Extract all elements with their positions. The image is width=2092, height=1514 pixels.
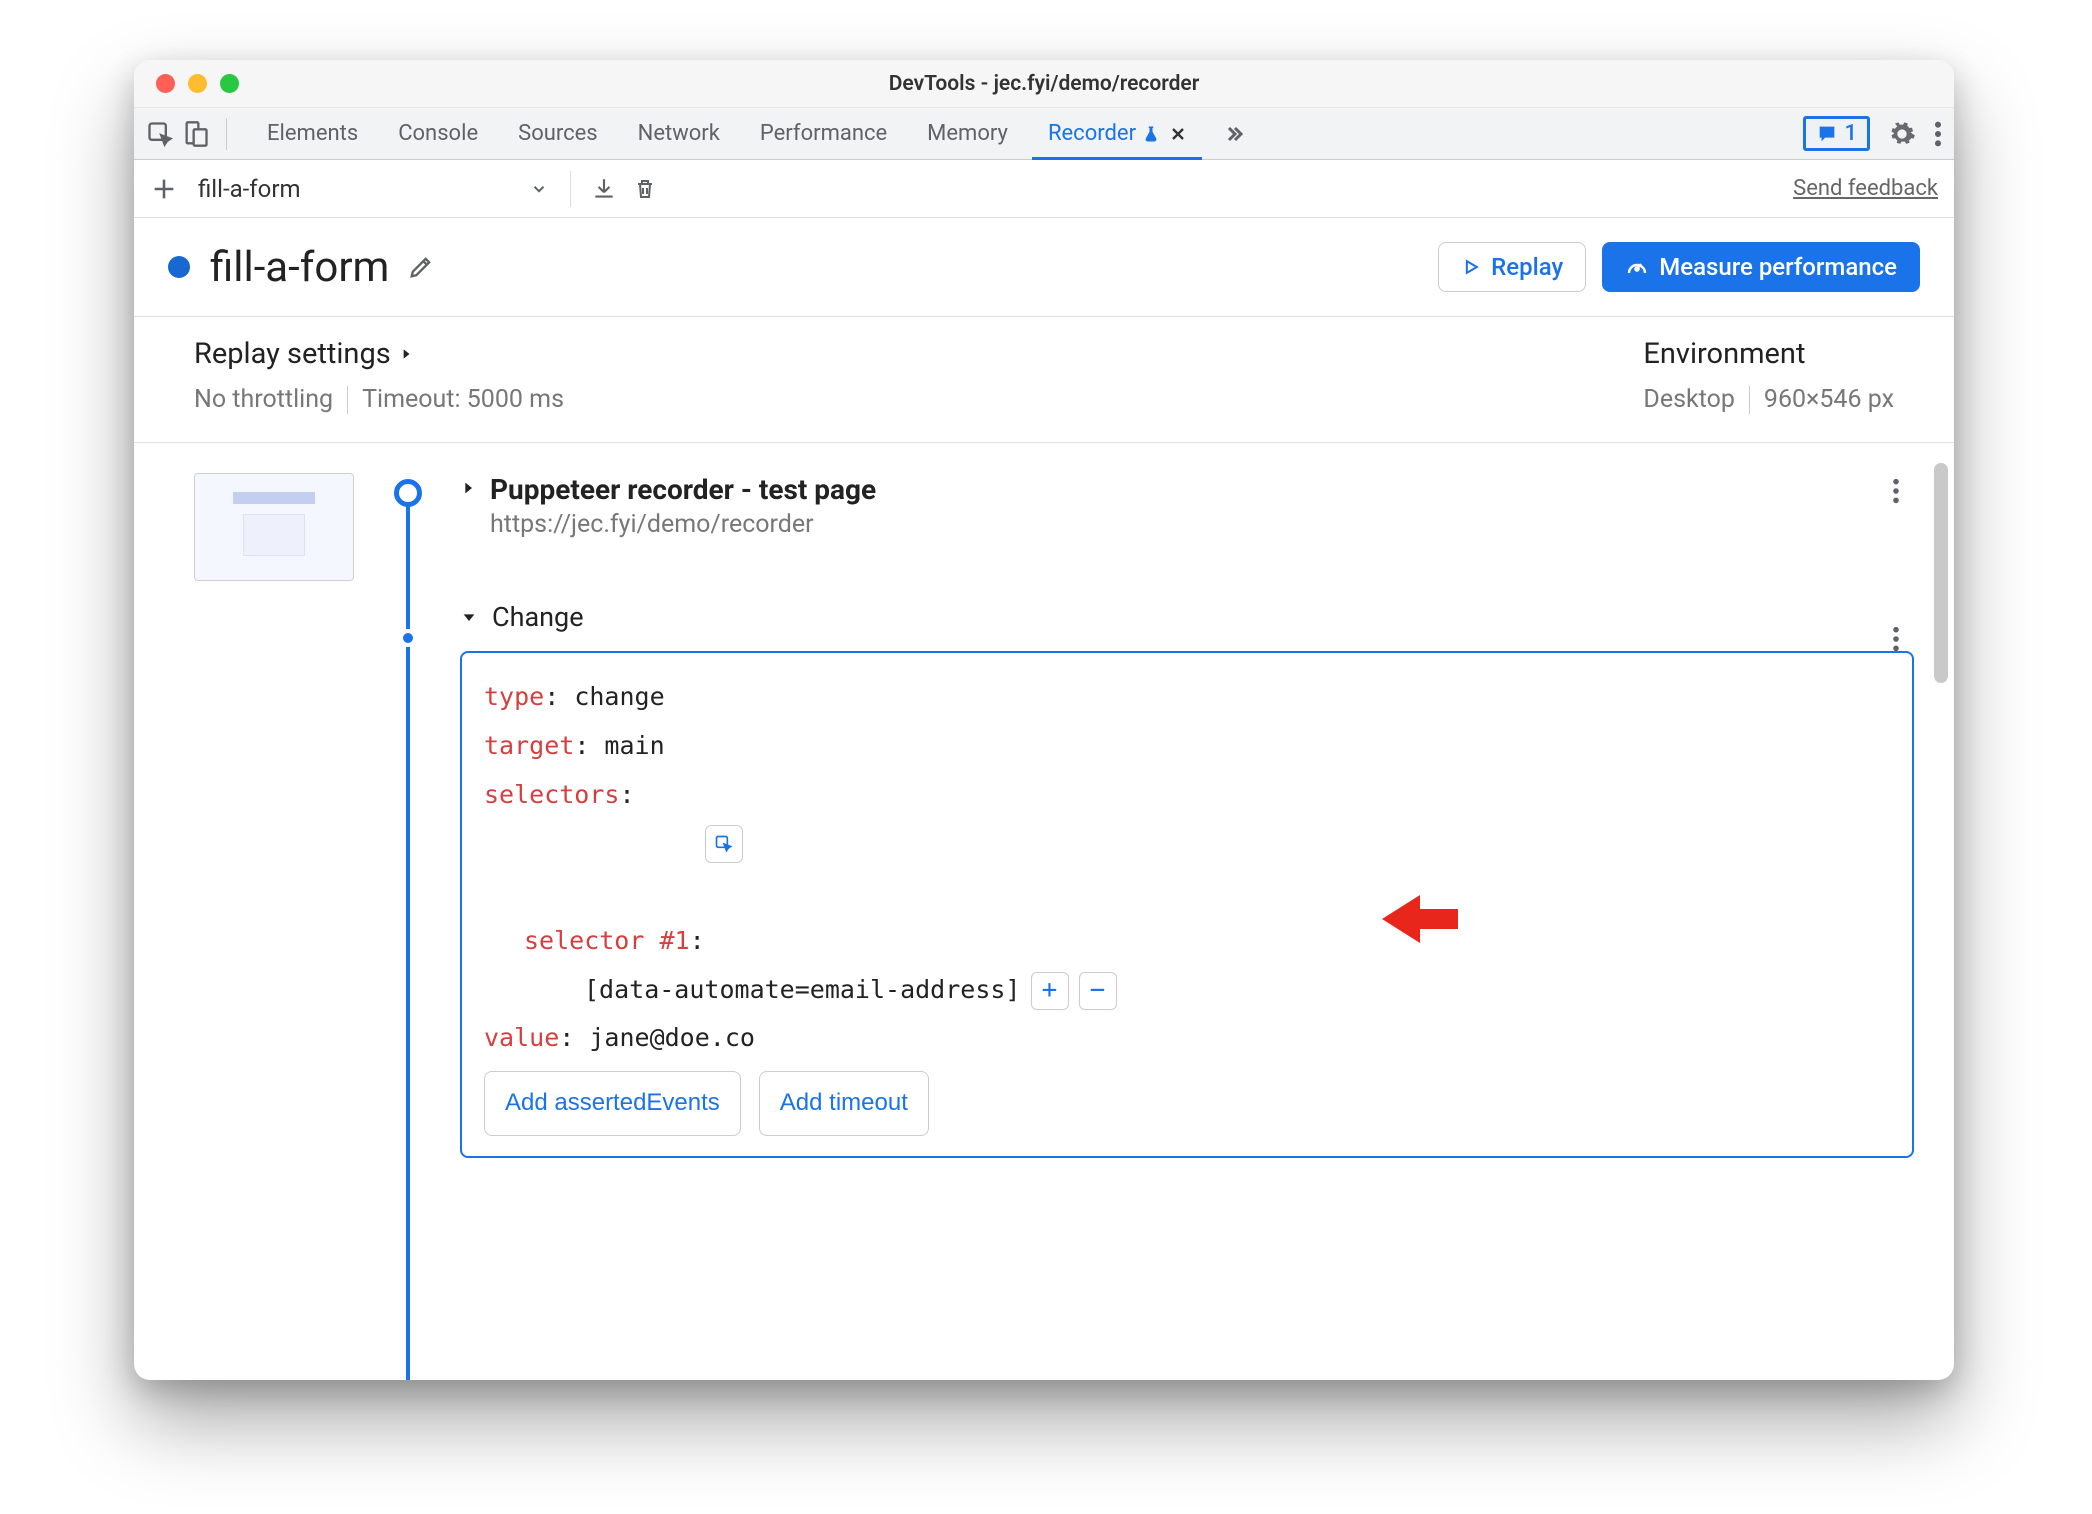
field-type-value[interactable]: change [574, 682, 664, 711]
field-value-key: value [484, 1023, 559, 1052]
device-value: Desktop [1643, 385, 1734, 414]
tab-console[interactable]: Console [378, 108, 498, 159]
settings-icon[interactable] [1888, 120, 1916, 148]
send-feedback-link[interactable]: Send feedback [1793, 176, 1938, 201]
chevron-down-icon [460, 609, 478, 625]
recording-select-value: fill-a-form [198, 175, 301, 203]
timeout-value: Timeout: 5000 ms [362, 385, 564, 414]
annotation-arrow-icon [1380, 891, 1460, 947]
recording-header: fill-a-form Replay Measure performance [134, 218, 1954, 317]
flask-icon [1142, 125, 1160, 143]
timeline-step-icon [399, 629, 417, 647]
inspect-element-icon[interactable] [146, 120, 174, 148]
throttling-value: No throttling [194, 385, 333, 414]
export-icon[interactable] [583, 172, 625, 206]
measure-label: Measure performance [1659, 253, 1897, 281]
separator [1749, 386, 1750, 414]
field-selector1-key: selector #1 [524, 926, 690, 955]
tab-recorder[interactable]: Recorder [1028, 108, 1206, 159]
chevron-down-icon [530, 180, 548, 198]
traffic-lights [134, 74, 239, 93]
tab-sources[interactable]: Sources [498, 108, 618, 159]
field-target-value[interactable]: main [604, 731, 664, 760]
timeline [382, 473, 432, 1380]
tab-close-icon[interactable] [1170, 126, 1186, 142]
measure-performance-button[interactable]: Measure performance [1602, 242, 1920, 292]
field-selectors-key: selectors [484, 780, 619, 809]
replay-label: Replay [1491, 253, 1563, 281]
environment-label: Environment [1643, 337, 1894, 371]
window-maximize-button[interactable] [220, 74, 239, 93]
window-minimize-button[interactable] [188, 74, 207, 93]
issues-count: 1 [1844, 121, 1857, 146]
device-toolbar-icon[interactable] [182, 120, 210, 148]
tab-elements[interactable]: Elements [247, 108, 378, 159]
step-menu-icon[interactable] [1892, 477, 1900, 505]
field-target-key: target [484, 731, 574, 760]
scrollbar[interactable] [1934, 463, 1948, 683]
field-value-value[interactable]: jane@doe.co [589, 1023, 755, 1052]
more-icon[interactable] [1934, 120, 1942, 148]
step-change-toggle[interactable]: Change [460, 601, 1914, 633]
devtools-tabstrip: Elements Console Sources Network Perform… [134, 108, 1954, 160]
new-recording-icon[interactable] [150, 175, 178, 203]
window-titlebar: DevTools - jec.fyi/demo/recorder [134, 60, 1954, 108]
window-close-button[interactable] [156, 74, 175, 93]
gauge-icon [1625, 255, 1649, 279]
remove-selector-icon[interactable]: − [1079, 972, 1117, 1010]
step-change-label: Change [492, 601, 584, 633]
recording-select[interactable]: fill-a-form [188, 171, 558, 207]
recorder-toolbar: fill-a-form Send feedback [134, 160, 1954, 218]
window-title: DevTools - jec.fyi/demo/recorder [134, 72, 1954, 96]
separator [347, 386, 348, 414]
page-thumbnail[interactable] [194, 473, 354, 581]
delete-icon[interactable] [625, 172, 665, 206]
tab-network[interactable]: Network [618, 108, 740, 159]
add-timeout-button[interactable]: Add timeout [759, 1071, 929, 1136]
message-icon [1816, 123, 1838, 145]
step-title: Puppeteer recorder - test page [490, 473, 876, 506]
separator [570, 171, 571, 207]
settings-row: Replay settings No throttling Timeout: 5… [134, 317, 1954, 443]
chevron-right-icon [460, 477, 476, 499]
field-selector1-value[interactable]: [data-automate=email-address] [584, 975, 1021, 1004]
devtools-window: DevTools - jec.fyi/demo/recorder Element… [134, 60, 1954, 1380]
replay-button[interactable]: Replay [1438, 242, 1586, 292]
edit-title-icon[interactable] [407, 253, 435, 281]
field-type-key: type [484, 682, 544, 711]
add-asserted-events-button[interactable]: Add assertedEvents [484, 1071, 741, 1136]
step-change: Change type: change target: main selecto… [460, 601, 1914, 1158]
chevron-right-icon [399, 344, 413, 364]
panel-tabs: Elements Console Sources Network Perform… [247, 108, 1246, 159]
dimensions-value: 960×546 px [1764, 385, 1894, 414]
tab-recorder-label: Recorder [1048, 121, 1136, 146]
add-selector-icon[interactable]: + [1031, 972, 1069, 1010]
replay-settings-toggle[interactable]: Replay settings [194, 337, 564, 371]
recording-title: fill-a-form [210, 243, 389, 292]
element-picker-icon[interactable] [705, 825, 743, 863]
timeline-start-icon [394, 479, 422, 507]
step-navigate[interactable]: Puppeteer recorder - test page https://j… [460, 473, 1914, 539]
step-menu-icon[interactable] [1892, 625, 1900, 653]
replay-settings-label: Replay settings [194, 337, 391, 371]
step-url: https://jec.fyi/demo/recorder [490, 510, 876, 539]
play-icon [1461, 257, 1481, 277]
tab-memory[interactable]: Memory [907, 108, 1028, 159]
record-indicator-icon [168, 256, 190, 278]
step-details-panel: type: change target: main selectors: sel… [460, 651, 1914, 1158]
issues-chip[interactable]: 1 [1803, 116, 1870, 151]
tab-performance[interactable]: Performance [740, 108, 907, 159]
more-tabs-icon[interactable] [1222, 122, 1246, 146]
steps-area: Puppeteer recorder - test page https://j… [134, 443, 1954, 1380]
